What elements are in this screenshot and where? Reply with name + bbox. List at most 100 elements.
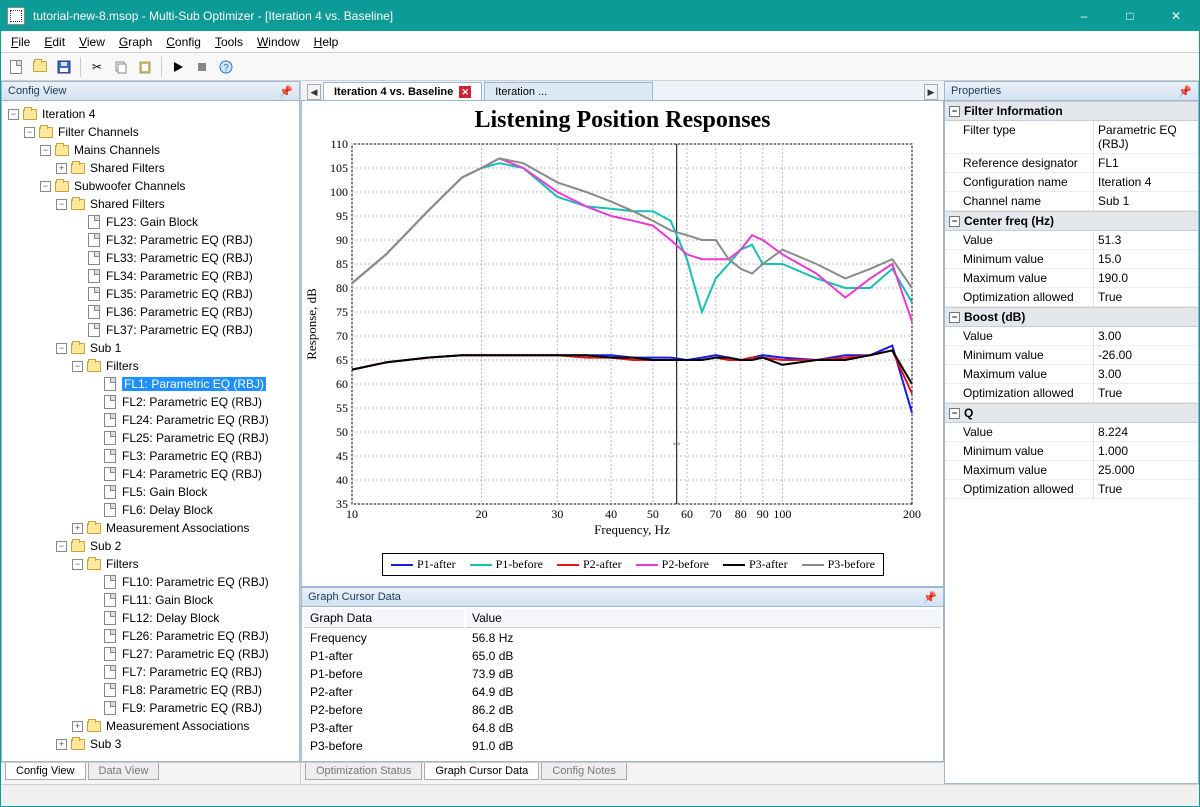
bottom-tab[interactable]: Config View [5,763,86,780]
tree-item[interactable]: FL1: Parametric EQ (RBJ) [2,375,299,393]
property-category[interactable]: −Center freq (Hz) [945,211,1198,231]
tree-item[interactable]: FL25: Parametric EQ (RBJ) [2,429,299,447]
property-category[interactable]: −Q [945,403,1198,423]
doc-icon [86,215,102,229]
tree-item[interactable]: −Mains Channels [2,141,299,159]
property-category[interactable]: −Filter Information [945,101,1198,121]
tree-item[interactable]: −Subwoofer Channels [2,177,299,195]
tree-item[interactable]: FL23: Gain Block [2,213,299,231]
tabs-scroll-right[interactable]: ▶ [924,84,938,100]
tree-item[interactable]: +Measurement Associations [2,717,299,735]
copy-icon[interactable] [110,56,132,78]
maximize-button[interactable]: □ [1107,1,1153,31]
close-button[interactable]: ✕ [1153,1,1199,31]
tree-item[interactable]: FL10: Parametric EQ (RBJ) [2,573,299,591]
property-row[interactable]: Optimization allowedTrue [945,288,1198,307]
menu-window[interactable]: Window [257,35,300,49]
folder-icon [86,359,102,373]
menu-tools[interactable]: Tools [215,35,243,49]
tree-item[interactable]: +Shared Filters [2,159,299,177]
paste-icon[interactable] [134,56,156,78]
tree-item[interactable]: −Sub 1 [2,339,299,357]
tree-item[interactable]: FL7: Parametric EQ (RBJ) [2,663,299,681]
tree-item[interactable]: −Filters [2,555,299,573]
property-row[interactable]: Channel nameSub 1 [945,192,1198,211]
tree-item[interactable]: +Sub 3 [2,735,299,753]
property-row[interactable]: Optimization allowedTrue [945,384,1198,403]
tree-item[interactable]: −Shared Filters [2,195,299,213]
tree-item[interactable]: FL8: Parametric EQ (RBJ) [2,681,299,699]
menu-config[interactable]: Config [166,35,201,49]
property-category[interactable]: −Boost (dB) [945,307,1198,327]
tree-item[interactable]: FL5: Gain Block [2,483,299,501]
config-tree[interactable]: −Iteration 4−Filter Channels−Mains Chann… [2,101,299,757]
property-row[interactable]: Minimum value-26.00 [945,346,1198,365]
tree-item[interactable]: FL33: Parametric EQ (RBJ) [2,249,299,267]
properties-grid[interactable]: −Filter InformationFilter typeParametric… [945,101,1198,499]
tabs-scroll-left[interactable]: ◀ [307,84,321,100]
property-row[interactable]: Maximum value190.0 [945,269,1198,288]
help-icon[interactable]: ? [215,56,237,78]
tree-item[interactable]: −Filter Channels [2,123,299,141]
property-row[interactable]: Minimum value15.0 [945,250,1198,269]
tree-item[interactable]: −Sub 2 [2,537,299,555]
bottom-tab[interactable]: Optimization Status [305,763,422,780]
cut-icon[interactable]: ✂ [86,56,108,78]
property-row[interactable]: Value51.3 [945,231,1198,250]
bottom-tab[interactable]: Graph Cursor Data [424,763,539,780]
tree-item[interactable]: FL26: Parametric EQ (RBJ) [2,627,299,645]
tree-item[interactable]: FL32: Parametric EQ (RBJ) [2,231,299,249]
tab[interactable]: Iteration ... [484,82,653,100]
tree-item[interactable]: FL34: Parametric EQ (RBJ) [2,267,299,285]
menu-edit[interactable]: Edit [44,35,65,49]
property-row[interactable]: Maximum value3.00 [945,365,1198,384]
doc-icon [102,611,118,625]
bottom-center-tabs: Optimization StatusGraph Cursor DataConf… [301,762,944,784]
tree-item[interactable]: FL27: Parametric EQ (RBJ) [2,645,299,663]
new-icon[interactable] [5,56,27,78]
tree-item[interactable]: −Iteration 4 [2,105,299,123]
window-title: tutorial-new-8.msop - Multi-Sub Optimize… [33,9,1061,23]
property-row[interactable]: Optimization allowedTrue [945,480,1198,499]
play-icon[interactable] [167,56,189,78]
pin-icon[interactable]: 📌 [923,591,937,604]
property-row[interactable]: Filter typeParametric EQ (RBJ) [945,121,1198,154]
menu-view[interactable]: View [79,35,105,49]
tab-close-icon[interactable]: ✕ [459,86,471,98]
tree-item[interactable]: FL3: Parametric EQ (RBJ) [2,447,299,465]
pin-icon[interactable]: 📌 [1178,85,1192,98]
property-row[interactable]: Value8.224 [945,423,1198,442]
menu-graph[interactable]: Graph [119,35,152,49]
property-row[interactable]: Maximum value25.000 [945,461,1198,480]
stop-icon[interactable] [191,56,213,78]
table-row: P3-after64.8 dB [304,720,941,736]
tree-item[interactable]: FL36: Parametric EQ (RBJ) [2,303,299,321]
tree-label: Subwoofer Channels [74,179,185,193]
open-icon[interactable] [29,56,51,78]
tree-item[interactable]: FL6: Delay Block [2,501,299,519]
menu-file[interactable]: File [11,35,30,49]
tree-item[interactable]: FL35: Parametric EQ (RBJ) [2,285,299,303]
bottom-tab[interactable]: Config Notes [541,763,627,780]
tree-item[interactable]: −Filters [2,357,299,375]
tree-item[interactable]: FL24: Parametric EQ (RBJ) [2,411,299,429]
save-icon[interactable] [53,56,75,78]
tab-active[interactable]: Iteration 4 vs. Baseline ✕ [323,82,482,100]
tree-item[interactable]: FL11: Gain Block [2,591,299,609]
tree-item[interactable]: FL9: Parametric EQ (RBJ) [2,699,299,717]
property-row[interactable]: Minimum value1.000 [945,442,1198,461]
tree-item[interactable]: FL2: Parametric EQ (RBJ) [2,393,299,411]
property-row[interactable]: Value3.00 [945,327,1198,346]
chart-area[interactable]: Listening Position Responses 35404550556… [301,101,944,587]
property-row[interactable]: Configuration nameIteration 4 [945,173,1198,192]
minimize-button[interactable]: – [1061,1,1107,31]
pin-icon[interactable]: 📌 [279,85,293,98]
tree-item[interactable]: FL37: Parametric EQ (RBJ) [2,321,299,339]
statusbar [1,784,1199,806]
menu-help[interactable]: Help [314,35,339,49]
bottom-tab[interactable]: Data View [88,763,160,780]
tree-item[interactable]: FL4: Parametric EQ (RBJ) [2,465,299,483]
tree-item[interactable]: +Measurement Associations [2,519,299,537]
tree-item[interactable]: FL12: Delay Block [2,609,299,627]
property-row[interactable]: Reference designatorFL1 [945,154,1198,173]
